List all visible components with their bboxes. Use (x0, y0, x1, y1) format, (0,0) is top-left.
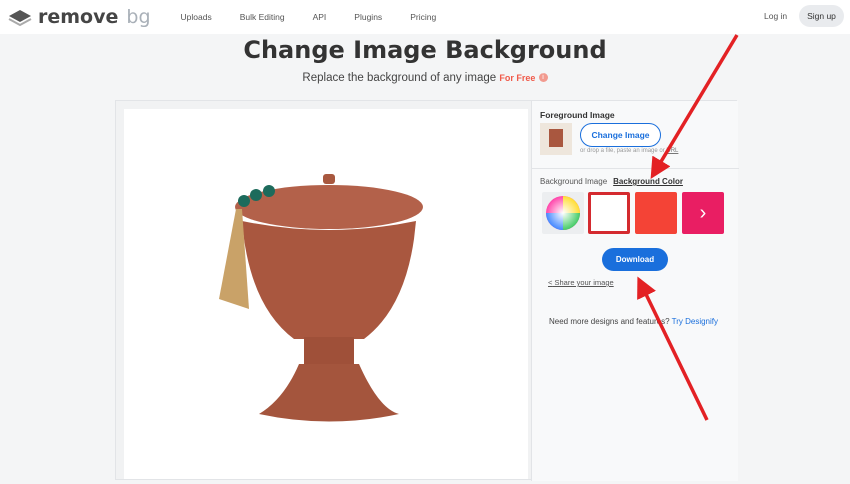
url-link[interactable]: URL (666, 148, 678, 154)
share-link[interactable]: < Share your image (548, 278, 614, 287)
drop-text: or drop a file, paste an image or (580, 148, 665, 154)
logo[interactable]: remove bg (8, 6, 151, 28)
signup-button[interactable]: Sign up (799, 5, 844, 27)
foreground-thumbnail (540, 123, 572, 155)
image-preview (124, 109, 528, 479)
editor-card: Foreground Image Change Image or drop a … (115, 100, 739, 481)
color-picker-swatch[interactable] (542, 192, 584, 234)
foreground-label: Foreground Image (540, 110, 615, 120)
tab-background-color[interactable]: Background Color (613, 177, 683, 186)
promo-text: Need more designs and features? (549, 317, 670, 326)
share-text: Share your image (554, 278, 614, 287)
page-subtitle: Replace the background of any image For … (0, 72, 850, 84)
vase-image (219, 174, 423, 422)
nav-uploads[interactable]: Uploads (181, 12, 212, 22)
divider (532, 168, 739, 169)
color-wheel-icon (546, 196, 580, 230)
tab-background-image[interactable]: Background Image (540, 177, 607, 186)
swatch-red[interactable] (635, 192, 677, 234)
nav-plugins[interactable]: Plugins (354, 12, 382, 22)
swatch-pink-next[interactable]: › (682, 192, 724, 234)
page-title: Change Image Background (243, 36, 607, 64)
download-button[interactable]: Download (602, 248, 668, 271)
login-link[interactable]: Log in (764, 11, 787, 21)
logo-text-bg: bg (126, 6, 151, 28)
info-icon[interactable]: i (538, 73, 548, 83)
settings-panel: Foreground Image Change Image or drop a … (531, 101, 739, 481)
nav-pricing[interactable]: Pricing (410, 12, 436, 22)
designify-link[interactable]: Try Designify (672, 317, 718, 326)
share-icon: < (548, 278, 553, 287)
for-free-label: For Free (499, 73, 536, 83)
subtitle-text: Replace the background of any image (302, 72, 497, 84)
logo-text: remove (38, 6, 119, 28)
nav-bulk-editing[interactable]: Bulk Editing (240, 12, 285, 22)
drop-hint: or drop a file, paste an image or URL (580, 148, 678, 154)
logo-layers-icon (8, 10, 32, 27)
change-image-button[interactable]: Change Image (580, 123, 661, 147)
nav-api[interactable]: API (313, 12, 327, 22)
swatch-white[interactable] (588, 192, 630, 234)
top-nav: remove bg Uploads Bulk Editing API Plugin… (0, 0, 850, 34)
designify-promo: Need more designs and features? Try Desi… (549, 317, 718, 326)
